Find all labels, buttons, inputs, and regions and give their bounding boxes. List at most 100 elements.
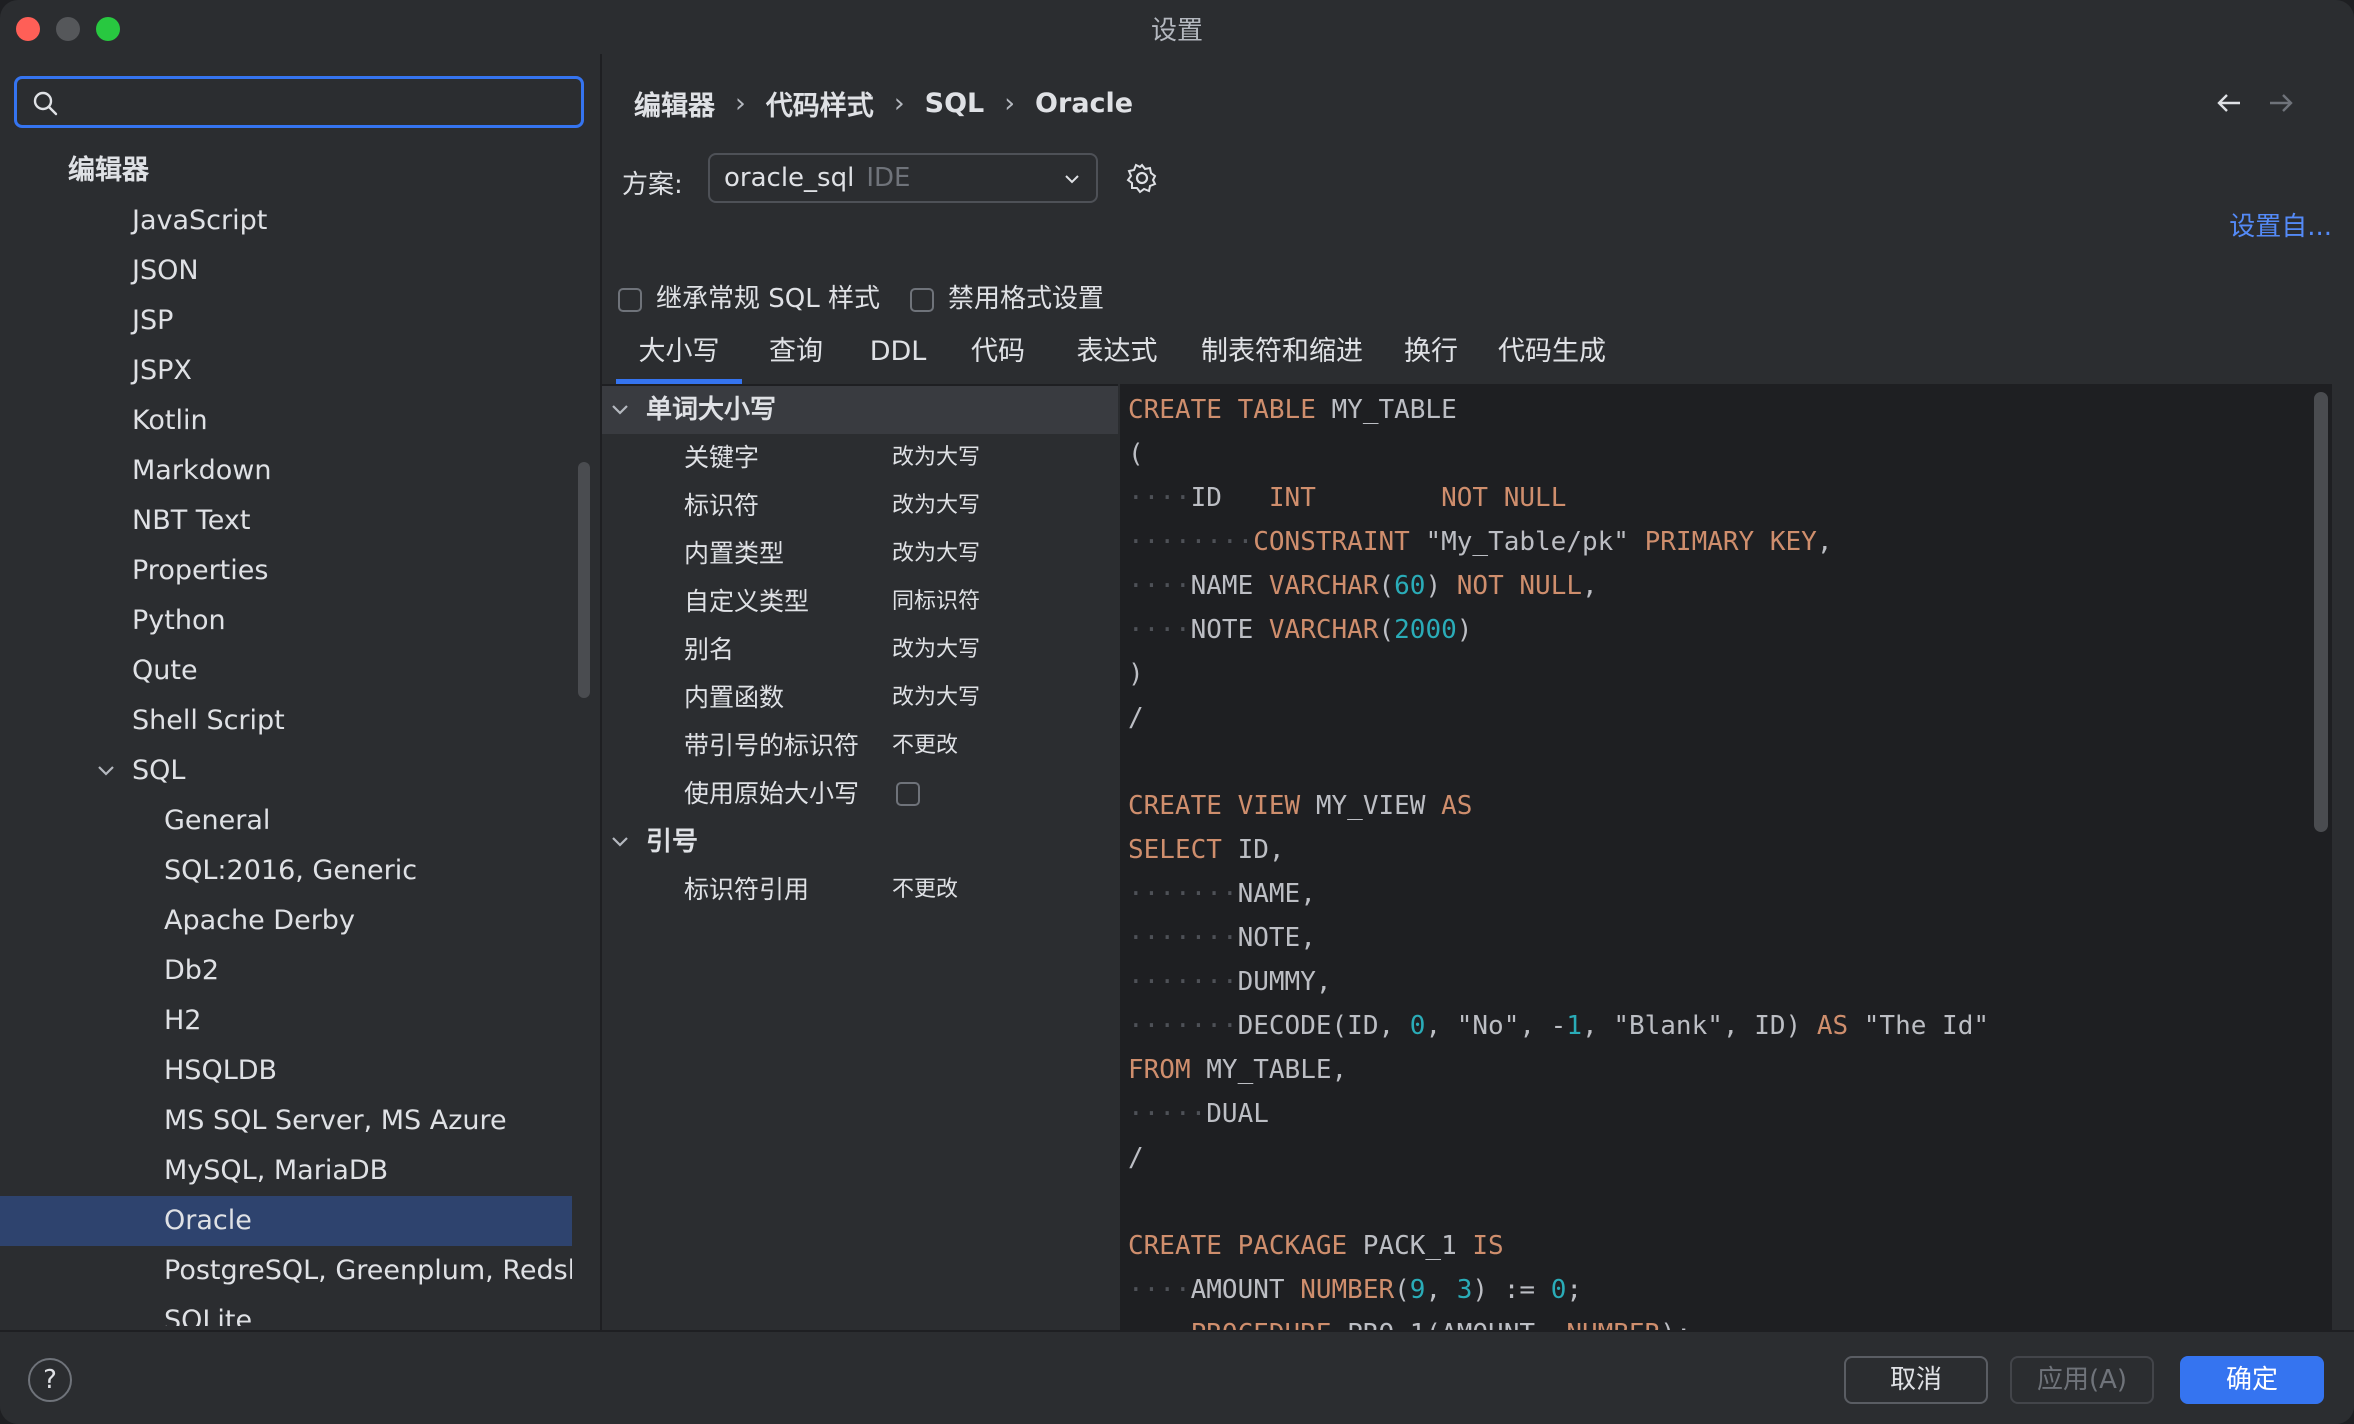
chevron-down-icon[interactable] bbox=[608, 830, 632, 854]
tab-code-generation[interactable]: 代码生成 bbox=[1482, 328, 1622, 384]
code-line: ········CONSTRAINT "My_Table/pk" PRIMARY… bbox=[1128, 527, 1833, 557]
tree-item[interactable]: PostgreSQL, Greenplum, Redsh bbox=[0, 1246, 572, 1296]
breadcrumb-separator-icon: › bbox=[735, 88, 746, 119]
search-input[interactable] bbox=[73, 83, 567, 123]
breadcrumb-item[interactable]: 编辑器 bbox=[634, 84, 715, 123]
option-name: 标识符 bbox=[684, 491, 760, 520]
tree-item[interactable]: MS SQL Server, MS Azure bbox=[0, 1096, 572, 1146]
tree-item[interactable]: Apache Derby bbox=[0, 896, 572, 946]
option-value-dropdown[interactable]: 同标识符 bbox=[892, 578, 980, 626]
tree-item[interactable]: JSP bbox=[0, 296, 572, 346]
breadcrumb-separator-icon: › bbox=[893, 88, 905, 119]
option-value-dropdown[interactable]: 改为大写 bbox=[892, 674, 980, 722]
tree-item-label: MySQL, MariaDB bbox=[164, 1155, 389, 1186]
scheme-value: oracle_sql bbox=[724, 163, 855, 193]
back-arrow-icon[interactable] bbox=[2214, 88, 2244, 118]
option-row[interactable]: 内置函数 改为大写 bbox=[602, 674, 1118, 722]
option-row[interactable]: 使用原始大小写 bbox=[602, 770, 1118, 818]
tab-case[interactable]: 大小写 bbox=[616, 328, 742, 384]
option-group[interactable]: 单词大小写 bbox=[602, 386, 1118, 434]
chevron-down-icon bbox=[1065, 175, 1079, 184]
option-row[interactable]: 标识符 改为大写 bbox=[602, 482, 1118, 530]
tree-item[interactable]: Markdown bbox=[0, 446, 572, 496]
option-group[interactable]: 引号 bbox=[602, 818, 1118, 866]
code-line: CREATE PACKAGE PACK_1 IS bbox=[1128, 1231, 1504, 1261]
ok-button[interactable]: 确定 bbox=[2180, 1356, 2324, 1404]
option-row[interactable]: 自定义类型 同标识符 bbox=[602, 578, 1118, 626]
tree-item[interactable]: Db2 bbox=[0, 946, 572, 996]
tree-item[interactable]: SQLite bbox=[0, 1296, 572, 1326]
tab-ddl[interactable]: DDL bbox=[850, 328, 946, 384]
checkbox-box[interactable] bbox=[910, 287, 934, 312]
tree-item[interactable]: NBT Text bbox=[0, 496, 572, 546]
tab-wrapping[interactable]: 换行 bbox=[1380, 328, 1482, 384]
option-name: 关键字 bbox=[684, 443, 760, 472]
cancel-button[interactable]: 取消 bbox=[1844, 1356, 1988, 1404]
chevron-down-icon[interactable] bbox=[608, 398, 632, 422]
tree-item-label: JSP bbox=[132, 305, 174, 336]
option-name: 标识符引用 bbox=[684, 875, 810, 904]
settings-search[interactable] bbox=[14, 76, 584, 128]
scheme-label: 方案: bbox=[622, 170, 683, 200]
tree-item[interactable]: General bbox=[0, 796, 572, 846]
option-value-dropdown[interactable]: 不更改 bbox=[892, 866, 958, 914]
tree-item[interactable]: SQL bbox=[0, 746, 572, 796]
set-from-link[interactable]: 设置自... bbox=[2229, 206, 2332, 243]
option-value-dropdown[interactable]: 改为大写 bbox=[892, 482, 980, 530]
option-row[interactable]: 关键字 改为大写 bbox=[602, 434, 1118, 482]
option-row[interactable]: 标识符引用 不更改 bbox=[602, 866, 1118, 914]
preview-scrollbar[interactable] bbox=[2314, 392, 2328, 832]
option-value-dropdown[interactable]: 不更改 bbox=[892, 722, 958, 770]
option-name: 自定义类型 bbox=[684, 587, 810, 616]
apply-button[interactable]: 应用(A) bbox=[2010, 1356, 2154, 1404]
tree-item[interactable]: Kotlin bbox=[0, 396, 572, 446]
checkbox-box[interactable] bbox=[618, 287, 642, 312]
tab-queries[interactable]: 查询 bbox=[742, 328, 850, 384]
tree-item[interactable]: SQL:2016, Generic bbox=[0, 846, 572, 896]
breadcrumb-item[interactable]: SQL bbox=[925, 88, 985, 119]
option-value-dropdown[interactable]: 改为大写 bbox=[892, 434, 980, 482]
chevron-down-icon[interactable] bbox=[94, 759, 118, 783]
option-group-label: 引号 bbox=[646, 827, 699, 857]
breadcrumb-item[interactable]: 代码样式 bbox=[766, 84, 874, 123]
option-row[interactable]: 带引号的标识符 不更改 bbox=[602, 722, 1118, 770]
code-line: CREATE TABLE MY_TABLE bbox=[1128, 395, 1457, 425]
tree-item-label: NBT Text bbox=[132, 505, 251, 536]
option-checkbox[interactable] bbox=[896, 782, 920, 806]
tree-item[interactable]: H2 bbox=[0, 996, 572, 1046]
tree-item[interactable]: MySQL, MariaDB bbox=[0, 1146, 572, 1196]
forward-arrow-icon[interactable] bbox=[2266, 88, 2296, 118]
tree-item[interactable]: JavaScript bbox=[0, 196, 572, 246]
scheme-dropdown[interactable]: oracle_sql IDE bbox=[708, 153, 1098, 203]
tab-code[interactable]: 代码 bbox=[946, 328, 1050, 384]
tree-item[interactable]: 编辑器 bbox=[0, 146, 572, 196]
option-value-dropdown[interactable]: 改为大写 bbox=[892, 626, 980, 674]
option-name: 内置类型 bbox=[684, 539, 785, 568]
tree-item[interactable]: Oracle bbox=[0, 1196, 572, 1246]
gear-icon[interactable] bbox=[1124, 160, 1160, 196]
title-bar: 设置 bbox=[0, 0, 2354, 54]
tree-item[interactable]: Properties bbox=[0, 546, 572, 596]
tree-item[interactable]: Qute bbox=[0, 646, 572, 696]
window-title: 设置 bbox=[1150, 16, 1203, 46]
tree-item[interactable]: Python bbox=[0, 596, 572, 646]
option-value-dropdown[interactable]: 改为大写 bbox=[892, 530, 980, 578]
tree-item-label: JavaScript bbox=[132, 205, 268, 236]
settings-content: 编辑器 › 代码样式 › SQL › Oracle 方案: oracle_sql IDE 设置… bbox=[602, 54, 2354, 1332]
help-button[interactable]: ? bbox=[28, 1358, 72, 1402]
tree-scrollbar[interactable] bbox=[578, 462, 590, 698]
tree-item-label: Markdown bbox=[132, 455, 272, 486]
option-row[interactable]: 内置类型 改为大写 bbox=[602, 530, 1118, 578]
code-preview: CREATE TABLE MY_TABLE (····ID INT NOT NUL… bbox=[1120, 384, 2332, 1332]
option-row[interactable]: 别名 改为大写 bbox=[602, 626, 1118, 674]
disable-formatting-checkbox[interactable]: 禁用格式设置 bbox=[910, 278, 1104, 318]
tab-expressions[interactable]: 表达式 bbox=[1050, 328, 1184, 384]
tree-item[interactable]: JSPX bbox=[0, 346, 572, 396]
disable-formatting-label: 禁用格式设置 bbox=[948, 284, 1105, 314]
tab-tabs-indents[interactable]: 制表符和缩进 bbox=[1184, 328, 1380, 384]
tree-item[interactable]: Shell Script bbox=[0, 696, 572, 746]
tree-item[interactable]: HSQLDB bbox=[0, 1046, 572, 1096]
tree-item-label: General bbox=[164, 805, 271, 836]
inherit-sql-style-checkbox[interactable]: 继承常规 SQL 样式 bbox=[618, 278, 880, 318]
tree-item[interactable]: JSON bbox=[0, 246, 572, 296]
